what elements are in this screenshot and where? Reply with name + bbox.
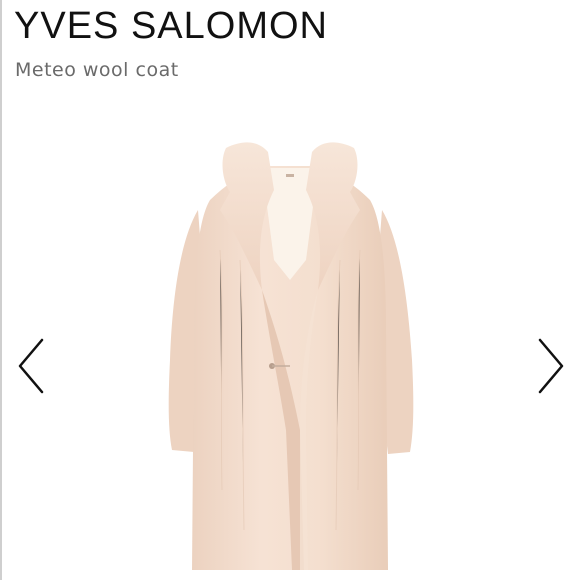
product-page: YVES SALOMON Meteo wool coat xyxy=(0,0,580,580)
chevron-left-icon[interactable] xyxy=(12,336,52,396)
image-carousel[interactable] xyxy=(0,110,580,580)
chevron-right-icon[interactable] xyxy=(530,336,570,396)
coat-image xyxy=(168,142,414,570)
product-name: Meteo wool coat xyxy=(15,59,179,81)
brand-title: YVES SALOMON xyxy=(14,5,328,47)
